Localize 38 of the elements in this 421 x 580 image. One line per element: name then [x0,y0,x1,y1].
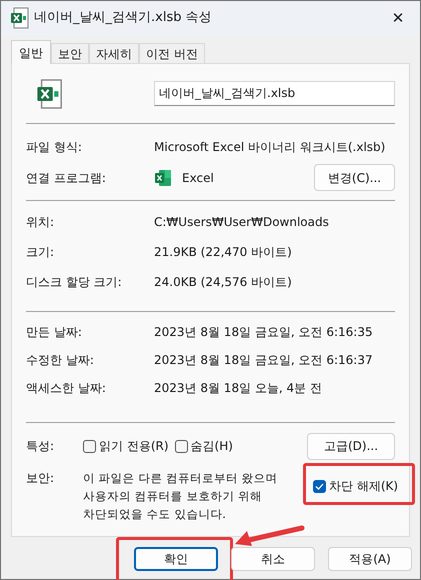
field-label: 크기: [26,244,56,261]
tab[interactable]: 이전 버전 [139,43,205,63]
excel-file-icon [36,78,64,110]
field-label: 디스크 할당 크기: [26,274,123,291]
field-label: 수정한 날짜: [26,352,95,369]
field-value: 24.0KB (24,576 바이트) [154,274,292,291]
dialog-button[interactable]: 취소 [231,547,315,571]
field-value: C:₩Users₩User₩Downloads [154,214,329,231]
field-label: 만든 날짜: [26,324,83,341]
window-title: 네이버_날씨_검색기.xlsb 속성 [34,9,212,28]
advanced-button[interactable]: 고급(D)... [307,432,395,460]
field-value: 2023년 8월 18일 금요일, 오전 6:16:35 [154,324,373,341]
field-label: 연결 프로그램: [26,170,107,186]
attribute-checkbox[interactable]: 읽기 전용(R) [83,437,169,455]
field-label: 위치: [26,214,56,231]
field-value: 2023년 8월 18일 금요일, 오전 6:16:37 [154,352,373,369]
security-message: 이 파일은 다른 컴퓨터로부터 왔으며 사용자의 컴퓨터를 보호하기 위해 차단되었을 수도 있습니다. [83,470,279,523]
tab[interactable]: 일반 [11,40,51,64]
excel-file-icon [10,7,30,29]
attribute-checkbox[interactable]: 숨김(H) [174,437,233,455]
field-label: 특성: [26,438,56,455]
unblock-checkbox[interactable]: 차단 해제(K) [313,477,398,495]
dialog-button[interactable]: 확인 [134,547,218,571]
field-value: 21.9KB (22,470 바이트) [154,244,292,261]
tab[interactable]: 보안 [51,43,89,63]
arrow-drawing [233,525,305,547]
excel-app-icon [154,168,172,186]
field-label: 파일 형식: [26,138,83,156]
dialog-button[interactable]: 적용(A) [328,547,412,571]
field-label: 보안: [26,470,56,487]
file-name-field[interactable]: 네이버_날씨_검색기.xlsb [154,81,395,106]
close-button[interactable]: ✕ [384,4,412,32]
field-label: 액세스한 날짜: [26,380,107,397]
tab[interactable]: 자세히 [89,43,139,63]
field-value: Excel [182,170,214,186]
change-button[interactable]: 변경(C)... [314,164,395,191]
field-value: 2023년 8월 18일 오늘, 4분 전 [154,380,322,397]
field-value: Microsoft Excel 바이너리 워크시트(.xlsb) [154,138,386,156]
